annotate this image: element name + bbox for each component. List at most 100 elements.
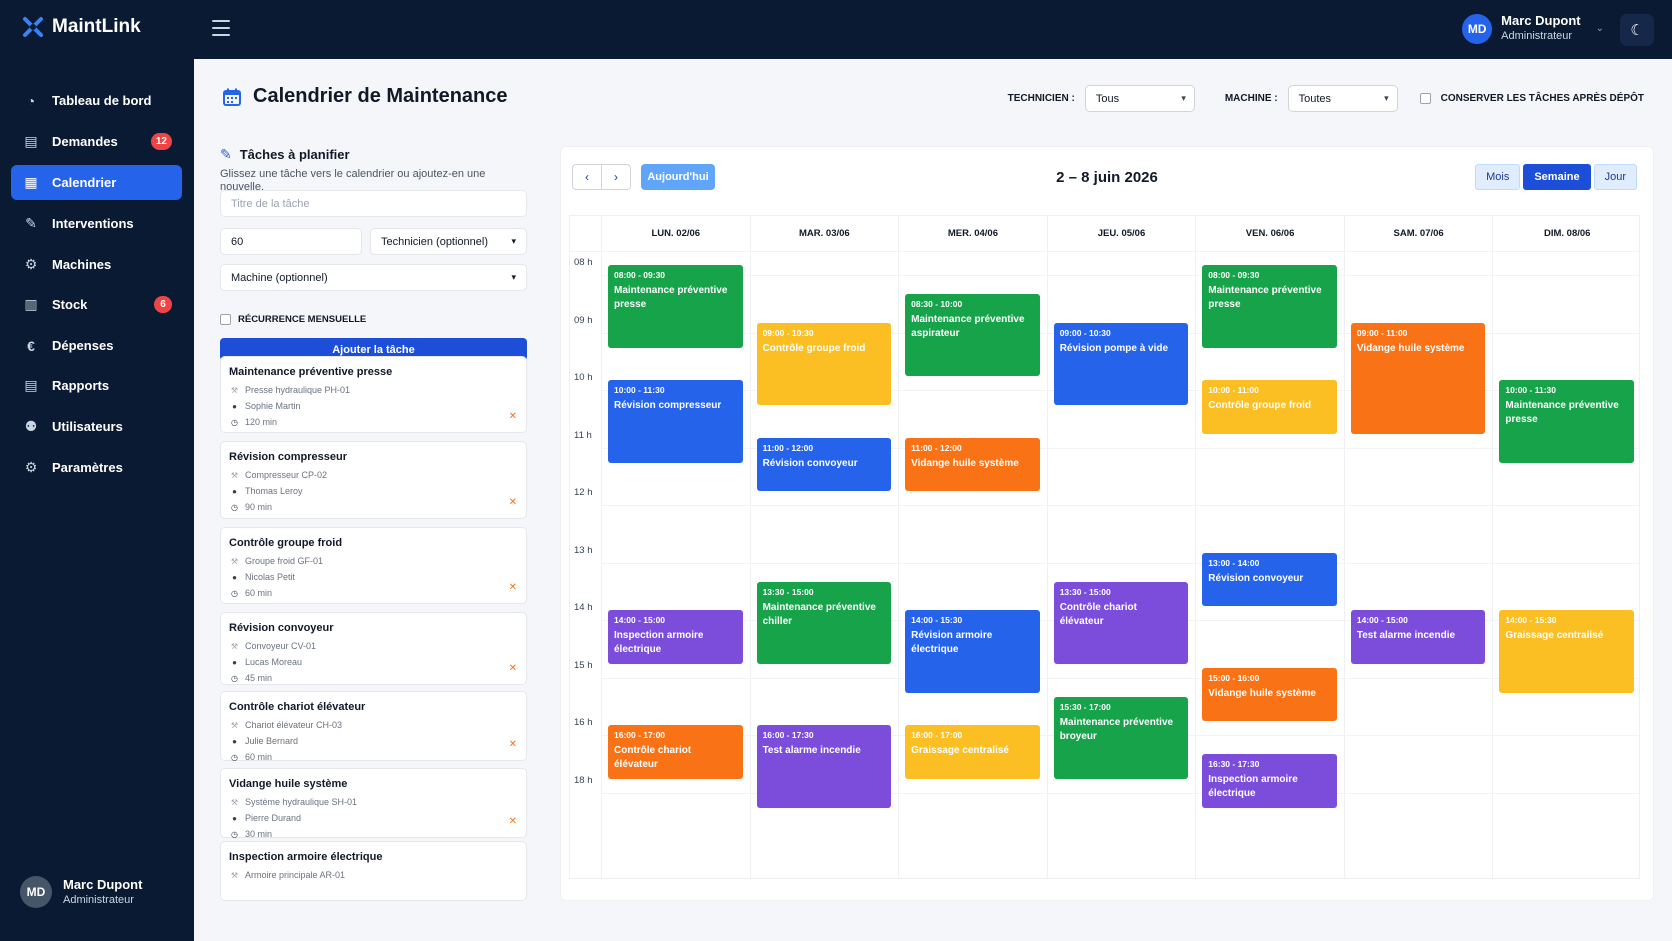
task-card[interactable]: Contrôle groupe froid ⚒ Groupe froid GF-01… (220, 527, 527, 604)
calendar-event[interactable]: 10:00 - 11:30 Maintenance préventive pres… (1499, 380, 1634, 463)
calendar-event[interactable]: 13:30 - 15:00 Contrôle chariot élévateur (1053, 581, 1189, 664)
chevron-down-icon: ⌄ (1595, 23, 1604, 34)
remove-task-icon[interactable]: ✕ (509, 816, 517, 827)
task-technician: ● Sophie Martin (229, 398, 518, 414)
calendar-event[interactable]: 14:00 - 15:00 Test alarme incendie (1350, 610, 1486, 664)
machine-icon: ⚒ (230, 641, 239, 651)
sidebar-item-demandes[interactable]: ▤ Demandes 12 (11, 124, 182, 159)
planner-title: ✎ Tâches à planifier (220, 146, 350, 163)
hour-label: 09 h (574, 314, 593, 326)
day-divider (1343, 216, 1345, 878)
app-logo[interactable]: MaintLink (22, 16, 141, 38)
task-machine: ⚒ Presse hydraulique PH-01 (229, 382, 518, 398)
hour-divider (601, 562, 1639, 564)
event-time: 16:00 - 17:00 (614, 730, 666, 741)
user-name: Marc Dupont (1501, 13, 1581, 28)
calendar-event[interactable]: 15:00 - 16:00 Vidange huile système (1202, 667, 1337, 722)
header-divider (570, 251, 1639, 252)
task-card[interactable]: Vidange huile système ⚒ Système hydrauliqu… (220, 768, 527, 839)
sidebar-item-param-tres[interactable]: ⚙ Paramètres (11, 450, 182, 485)
magic-wand-icon: ✎ (220, 146, 232, 162)
sidebar-item-interventions[interactable]: ✎ Interventions (11, 206, 182, 241)
task-card[interactable]: Révision convoyeur ⚒ Convoyeur CV-01 ● Lucas… (220, 612, 527, 685)
count-badge: 6 (154, 296, 172, 313)
machine-filter-value: Toutes (1298, 92, 1332, 105)
sidebar-item-utilisateurs[interactable]: ⚉ Utilisateurs (11, 409, 182, 444)
calendar-event[interactable]: 08:00 - 09:30 Maintenance préventive pres… (1202, 265, 1337, 348)
calendar-event[interactable]: 10:00 - 11:30 Révision compresseur (608, 380, 743, 463)
task-card[interactable]: Maintenance préventive presse ⚒ Presse hyd… (220, 356, 527, 433)
event-title: Révision convoyeur (1208, 572, 1304, 584)
calendar-icon (223, 88, 241, 106)
calendar-event[interactable]: 14:00 - 15:00 Inspection armoire électriq… (608, 610, 743, 664)
sidebar-item-d-penses[interactable]: € Dépenses (11, 328, 182, 363)
calendar-event[interactable]: 13:30 - 15:00 Maintenance préventive chil… (756, 581, 892, 664)
task-duration: ◷ 90 min (229, 499, 518, 515)
remove-task-icon[interactable]: ✕ (509, 411, 517, 422)
machine-select[interactable]: Machine (optionnel) ▾ (220, 264, 527, 291)
calendar-card: ‹ › Aujourd'hui 2 – 8 juin 2026 Mois Sema… (560, 146, 1654, 901)
calendar-event[interactable]: 09:00 - 11:00 Vidange huile système (1350, 322, 1486, 434)
person-icon: ● (232, 813, 237, 823)
sidebar-item-machines[interactable]: ⚙ Machines (11, 247, 182, 282)
sidebar-item-stock[interactable]: ▥ Stock 6 (11, 287, 182, 322)
event-title: Révision pompe à vide (1059, 342, 1169, 354)
view-jour-button[interactable]: Jour (1593, 164, 1637, 190)
view-mois-button[interactable]: Mois (1475, 164, 1521, 190)
avatar: MD (20, 876, 52, 908)
menu-toggle-icon[interactable] (212, 20, 230, 36)
task-card[interactable]: Révision compresseur ⚒ Compresseur CP-02 ● T… (220, 441, 527, 519)
calendar-event[interactable]: 16:30 - 17:30 Inspection armoire électriq… (1202, 754, 1337, 808)
calendar-event[interactable]: 16:00 - 17:00 Contrôle chariot élévateur (608, 725, 743, 779)
users-icon: ⚉ (24, 418, 38, 434)
calendar-event[interactable]: 10:00 - 11:00 Contrôle groupe froid (1202, 380, 1337, 434)
remove-task-icon[interactable]: ✕ (509, 663, 517, 674)
task-technician-text: Nicolas Petit (245, 572, 296, 582)
calendar-event[interactable]: 14:00 - 15:30 Révision armoire électrique (905, 610, 1040, 693)
machine-filter-select[interactable]: Toutes ▾ (1287, 85, 1398, 112)
calendar-event[interactable]: 09:00 - 10:30 Révision pompe à vide (1053, 322, 1189, 406)
calendar-event[interactable]: 16:00 - 17:00 Graissage centralisé (905, 725, 1040, 779)
task-title: Vidange huile système (229, 778, 348, 790)
calendar-event[interactable]: 08:00 - 09:30 Maintenance préventive pres… (608, 265, 743, 348)
remove-task-icon[interactable]: ✕ (509, 497, 517, 508)
recurrence-checkbox[interactable] (220, 314, 231, 325)
remove-task-icon[interactable]: ✕ (509, 582, 517, 593)
event-time: 13:30 - 15:00 (762, 586, 814, 597)
calendar-event[interactable]: 16:00 - 17:30 Test alarme incendie (756, 725, 892, 808)
keep-tasks-checkbox[interactable] (1419, 93, 1431, 104)
sidebar-item-tableau-de-bord[interactable]: ◔ Tableau de bord (11, 83, 182, 118)
dark-mode-toggle[interactable]: ☾ (1620, 14, 1654, 46)
technician-filter-select[interactable]: Tous ▾ (1084, 85, 1195, 112)
day-header: LUN. 02/06 (601, 216, 750, 251)
technician-select[interactable]: Technicien (optionnel) ▾ (370, 228, 527, 255)
calendar-event[interactable]: 14:00 - 15:30 Graissage centralisé (1499, 610, 1634, 693)
task-technician-text: Thomas Leroy (245, 486, 303, 496)
task-card[interactable]: Contrôle chariot élévateur ⚒ Chariot éléva… (220, 691, 527, 762)
calendar-event[interactable]: 08:30 - 10:00 Maintenance préventive aspi… (905, 294, 1040, 377)
calendar-event[interactable]: 11:00 - 12:00 Révision convoyeur (756, 437, 892, 492)
view-semaine-button[interactable]: Semaine (1523, 164, 1591, 190)
duration-input[interactable]: 60 (220, 228, 362, 255)
calendar-event[interactable]: 15:30 - 17:00 Maintenance préventive broy… (1053, 696, 1189, 779)
moon-icon: ☾ (1630, 22, 1644, 39)
calendar-icon: ▦ (24, 174, 38, 190)
event-time: 10:00 - 11:30 (1505, 385, 1556, 396)
machine-icon: ⚒ (230, 870, 239, 880)
event-title: Maintenance préventive presse (1208, 285, 1322, 311)
event-title: Contrôle groupe froid (762, 342, 866, 354)
sidebar-user[interactable]: MD Marc Dupont Administrateur (20, 876, 142, 908)
sidebar-item-calendrier[interactable]: ▦ Calendrier (11, 165, 182, 200)
calendar-event[interactable]: 11:00 - 12:00 Vidange huile système (905, 437, 1040, 492)
task-title-input[interactable]: Titre de la tâche (220, 190, 527, 217)
task-duration-text: 60 min (245, 752, 273, 762)
calendar-event[interactable]: 09:00 - 10:30 Contrôle groupe froid (756, 322, 892, 406)
remove-task-icon[interactable]: ✕ (509, 739, 517, 750)
recurrence-option[interactable]: RÉCURRENCE MENSUELLE (220, 314, 366, 325)
user-menu[interactable]: MD Marc Dupont Administrateur ⌄ (1462, 13, 1604, 44)
sidebar-item-rapports[interactable]: ▤ Rapports (11, 368, 182, 403)
calendar-event[interactable]: 13:00 - 14:00 Révision convoyeur (1202, 552, 1337, 607)
task-card[interactable]: Inspection armoire électrique ⚒ Armoire pr… (220, 841, 527, 901)
machine-icon: ⚒ (230, 556, 239, 566)
task-duration-text: 30 min (245, 829, 273, 839)
